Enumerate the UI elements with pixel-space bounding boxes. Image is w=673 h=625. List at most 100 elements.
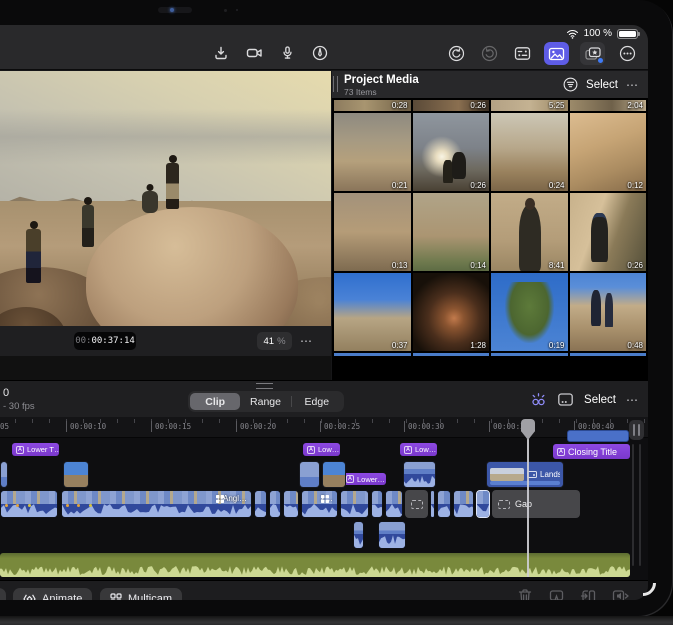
media-thumbnail[interactable]: 0:13 [334,193,411,271]
media-more-button[interactable]: ⋯ [626,78,639,92]
person-standing [166,163,179,209]
clip-duration: 5:25 [549,101,565,110]
connected-clip[interactable] [0,461,8,488]
title-clip[interactable]: ALower… [342,473,386,485]
title-clip[interactable]: ALow… [303,443,340,456]
timeline-vertical-scrollbar[interactable] [629,420,645,572]
gap-clip[interactable]: Gap [492,490,580,518]
timeline-select-button[interactable]: Select [584,394,616,406]
delete-button[interactable] [517,588,533,600]
connected-clip[interactable] [353,521,364,549]
record-video-button[interactable] [243,42,265,64]
connected-music-clip[interactable] [567,430,629,442]
media-thumbnail[interactable]: 0:37 [334,273,411,351]
title-badge-icon: A [557,448,565,456]
blade-button[interactable] [548,588,565,600]
connected-clip[interactable] [299,461,320,488]
panel-drag-handle[interactable] [256,383,273,389]
media-thumbnail[interactable]: 0:12 [570,113,647,191]
front-camera-housing [158,7,192,13]
media-select-button[interactable]: Select [586,79,618,91]
video-clip[interactable] [430,490,435,518]
media-thumbnail[interactable]: 0:26 [413,113,490,191]
media-thumbnail[interactable]: 0:14 [413,193,490,271]
video-clip[interactable] [269,490,281,518]
overwrite-clip-icon[interactable] [557,392,574,407]
video-clip[interactable] [385,490,403,518]
connect-clip-icon[interactable] [530,392,547,408]
multicam-button[interactable]: Multicam [100,588,182,600]
gap-clip[interactable]: Gap [405,490,428,518]
import-button[interactable] [210,42,232,64]
mode-edge[interactable]: Edge [292,393,342,410]
media-thumbnail[interactable]: 2:04 [570,100,647,111]
media-thumbnail[interactable]: 5:25 [491,100,568,111]
connected-clip[interactable] [378,521,406,549]
zoom-unit: % [277,336,285,347]
media-thumbnail[interactable] [413,353,490,356]
video-clip[interactable] [283,490,299,518]
media-thumbnail[interactable]: 0:48 [570,273,647,351]
audio-clip-music[interactable] [0,553,630,577]
video-clip[interactable] [453,490,474,518]
multicam-clip[interactable]: 2… [301,490,338,518]
more-menu-button[interactable] [616,43,638,65]
viewer-zoom-control[interactable]: 41% [257,332,292,350]
timecode-hours: 00: [75,336,91,346]
title-clip[interactable]: ALower T… [12,443,59,456]
viewer-more-button[interactable]: ⋯ [300,334,313,348]
media-thumbnail[interactable]: 1:28 [413,273,490,351]
insert-button[interactable] [580,588,597,600]
connected-clip[interactable] [63,461,89,488]
inspector-toggle-button[interactable] [511,43,533,65]
connected-clip[interactable] [403,461,436,488]
mode-range[interactable]: Range [240,393,290,410]
media-thumbnail[interactable]: 0:28 [334,100,411,111]
video-clip[interactable] [437,490,451,518]
video-clip[interactable] [340,490,369,518]
clip-duration: 0:26 [470,101,486,110]
media-thumbnail[interactable]: 0:26 [570,193,647,271]
mode-clip[interactable]: Clip [190,393,240,410]
media-thumbnail[interactable]: 0:21 [334,113,411,191]
title-clip[interactable]: ALow… [400,443,437,456]
clipped-edge-button[interactable] [0,588,6,600]
detach-audio-button[interactable] [612,588,630,600]
multicam-grid-icon [110,593,122,600]
media-item-count: 73 Items [344,87,377,97]
media-thumbnail[interactable] [491,353,568,356]
media-thumbnail[interactable]: 0:26 [413,100,490,111]
animate-button[interactable]: Animate [13,588,92,600]
multicam-clip[interactable]: 1-Angl… [61,490,252,518]
titles-effects-button[interactable] [580,42,605,65]
redo-button[interactable] [478,43,500,65]
video-clip[interactable] [254,490,267,518]
timeline-more-button[interactable]: ⋯ [626,393,639,407]
media-thumbnail[interactable] [570,353,647,356]
pencil-tools-button[interactable] [309,42,331,64]
undo-button[interactable] [445,43,467,65]
video-clip[interactable] [476,490,490,518]
media-thumbnail[interactable]: 0:24 [491,113,568,191]
video-preview[interactable] [0,71,331,326]
scrollbar-thumb[interactable] [629,420,644,440]
media-browser-button[interactable] [544,42,569,65]
title-badge-icon: A [16,446,24,454]
undo-icon [448,45,465,62]
filter-icon[interactable] [563,77,578,92]
video-clip[interactable] [0,490,58,518]
timecode-display[interactable]: 00:00:37:14 [74,332,136,350]
video-clip[interactable] [371,490,383,518]
person-standing [26,229,41,283]
media-thumbnail[interactable]: 8:41 [491,193,568,271]
record-audio-button[interactable] [276,42,298,64]
title-badge-icon: A [404,446,412,454]
title-clip[interactable]: AClosing Title [553,444,630,459]
battery-icon [617,29,638,39]
scroll-track-line [632,444,634,566]
media-thumbnail[interactable] [334,353,411,356]
connected-clip[interactable]: Landscap… [486,461,564,488]
panel-resize-grip[interactable] [333,76,338,92]
connected-clip[interactable] [322,461,346,488]
media-thumbnail[interactable]: 0:19 [491,273,568,351]
